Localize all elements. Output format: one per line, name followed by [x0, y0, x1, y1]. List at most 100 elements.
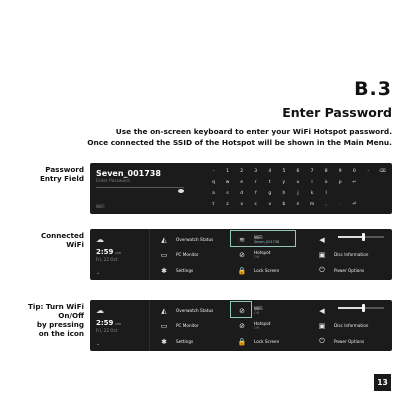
label-line: by pressing [36, 320, 84, 329]
keyboard-row: ⇧ z x c v b n m,. ⏎ [208, 199, 388, 210]
keyboard-key[interactable]: l [321, 191, 332, 196]
disc-info-tile[interactable]: ▣ Disc Information [316, 318, 369, 333]
volume-tile[interactable]: ◀ [316, 303, 328, 318]
keyboard-key[interactable]: , [321, 202, 332, 207]
label-line: WiFi [66, 240, 84, 249]
keyboard-key[interactable]: - [363, 169, 374, 174]
intro-text: Use the on-screen keyboard to enter your… [12, 126, 392, 148]
volume-knob[interactable] [362, 304, 366, 312]
tile-label: Power Options [334, 268, 365, 273]
keyboard-key[interactable]: p [335, 180, 346, 185]
keyboard-key[interactable]: 4 [264, 169, 275, 174]
tile-label: Overwatch Status [176, 237, 214, 242]
keyboard-key[interactable]: z [222, 202, 233, 207]
volume-icon: ◀ [319, 306, 325, 315]
wifi-icon[interactable]: ≋ [236, 236, 248, 244]
keyboard-key[interactable]: ↵ [349, 180, 360, 185]
keyboard-key[interactable]: k [307, 191, 318, 196]
pc-monitor-tile[interactable]: ▭ PC Monitor [158, 247, 199, 262]
overwatch-tile[interactable]: ◭ Overwatch Status [158, 303, 213, 318]
keyboard-key[interactable]: x [236, 202, 247, 207]
keyboard-key[interactable]: r [250, 180, 261, 185]
section-number: B.3 [354, 78, 392, 100]
tile-label: Lock Screen [254, 268, 280, 273]
keyboard-key[interactable]: e [236, 180, 247, 185]
volume-knob[interactable] [362, 233, 366, 241]
keyboard-key[interactable]: f [250, 191, 261, 196]
power-tile[interactable]: ⏻ Power Options [316, 334, 364, 349]
keyboard-key[interactable]: 9 [335, 169, 346, 174]
chevron-down-icon[interactable]: ⌄ [96, 270, 100, 276]
keyboard-key[interactable]: q [208, 180, 219, 185]
hotspot-off-icon: ⊘ [239, 250, 245, 259]
settings-tile[interactable]: ✱ Settings [158, 263, 193, 278]
keyboard-key[interactable]: a [208, 191, 219, 196]
keyboard-key[interactable]: c [250, 202, 261, 207]
keyboard-key[interactable]: . [335, 202, 346, 207]
status-left: ☁ 2:59 pm Fri, 22 Oct ⌄ [90, 229, 150, 280]
volume-fill [338, 236, 364, 238]
wifi-tile[interactable]: ⊘ WiFi Off [236, 303, 262, 318]
tile-label: Disc Information [334, 252, 369, 257]
keyboard-key[interactable]: 0 [349, 169, 360, 174]
keyboard-key[interactable]: 7 [307, 169, 318, 174]
lock-icon: 🔒 [237, 337, 247, 346]
lock-screen-tile[interactable]: 🔒 Lock Screen [236, 334, 280, 349]
volume-slider[interactable] [338, 304, 384, 312]
keyboard-key[interactable]: ⏎ [349, 202, 360, 207]
on-screen-keyboard: -1 2 3 4 5 6 7 8 9 0- ⌫ q w e r t y u i o p ↵ a s d f g h j k l ⇧ z x c v b n… [208, 166, 388, 212]
keyboard-key[interactable]: g [264, 191, 275, 196]
eye-icon[interactable] [178, 189, 184, 193]
power-tile[interactable]: ⏻ Power Options [316, 263, 364, 278]
keyboard-key[interactable]: v [264, 202, 275, 207]
label-line: On/Off [58, 311, 84, 320]
keyboard-key[interactable]: i [307, 180, 318, 185]
pc-monitor-tile[interactable]: ▭ PC Monitor [158, 318, 199, 333]
section-title: Enter Password [282, 105, 392, 120]
monitor-icon: ▭ [160, 250, 168, 259]
keyboard-key[interactable]: w [222, 180, 233, 185]
keyboard-key[interactable]: o [321, 180, 332, 185]
hotspot-tile[interactable]: ⊘ Hotspot Off [236, 318, 270, 333]
password-input[interactable]: Enter Password [96, 179, 130, 184]
disc-info-tile[interactable]: ▣ Disc Information [316, 247, 369, 262]
keyboard-key[interactable]: h [278, 191, 289, 196]
keyboard-key[interactable]: t [264, 180, 275, 185]
keyboard-key[interactable]: b [278, 202, 289, 207]
keyboard-key[interactable]: 5 [278, 169, 289, 174]
keyboard-key[interactable]: 2 [236, 169, 247, 174]
keyboard-key[interactable]: u [292, 180, 303, 185]
password-field-area: Seven_001738 Enter Password WiFi [90, 163, 190, 214]
overwatch-tile[interactable]: ◭ Overwatch Status [158, 232, 213, 247]
gear-icon: ✱ [161, 337, 167, 346]
keyboard-row: -1 2 3 4 5 6 7 8 9 0- ⌫ [208, 166, 388, 177]
keyboard-key[interactable]: n [292, 202, 303, 207]
chevron-down-icon[interactable]: ⌄ [96, 341, 100, 347]
volume-slider[interactable] [338, 233, 384, 241]
power-icon: ⏻ [319, 337, 325, 345]
keyboard-key[interactable]: ⌫ [377, 169, 388, 174]
cloud-icon: ☁ [96, 235, 104, 244]
keyboard-key[interactable]: 1 [222, 169, 233, 174]
clock-time: 2:59 [96, 248, 114, 256]
wifi-off-icon[interactable]: ⊘ [236, 307, 248, 315]
intro-line: Once connected the SSID of the Hotspot w… [87, 138, 392, 147]
keyboard-key[interactable]: d [236, 191, 247, 196]
keyboard-key[interactable]: ⇧ [208, 202, 219, 207]
keyboard-key[interactable]: 3 [250, 169, 261, 174]
lock-screen-tile[interactable]: 🔒 Lock Screen [236, 263, 280, 278]
keyboard-key[interactable]: - [208, 169, 219, 174]
keyboard-key[interactable]: 8 [321, 169, 332, 174]
hotspot-tile[interactable]: ⊘ Hotspot Off [236, 247, 270, 262]
wifi-tile[interactable]: ≋ WiFi Seven_001738 [236, 232, 279, 247]
keyboard-key[interactable]: y [278, 180, 289, 185]
tile-sub: Off [254, 325, 260, 330]
volume-tile[interactable]: ◀ [316, 232, 328, 247]
keyboard-key[interactable]: j [292, 191, 303, 196]
keyboard-key[interactable]: m [307, 202, 318, 207]
password-entry-screenshot: Seven_001738 Enter Password WiFi -123456… [90, 163, 392, 214]
keyboard-key[interactable]: s [222, 191, 233, 196]
tile-label: Settings [176, 268, 194, 273]
settings-tile[interactable]: ✱ Settings [158, 334, 193, 349]
keyboard-key[interactable]: 6 [292, 169, 303, 174]
